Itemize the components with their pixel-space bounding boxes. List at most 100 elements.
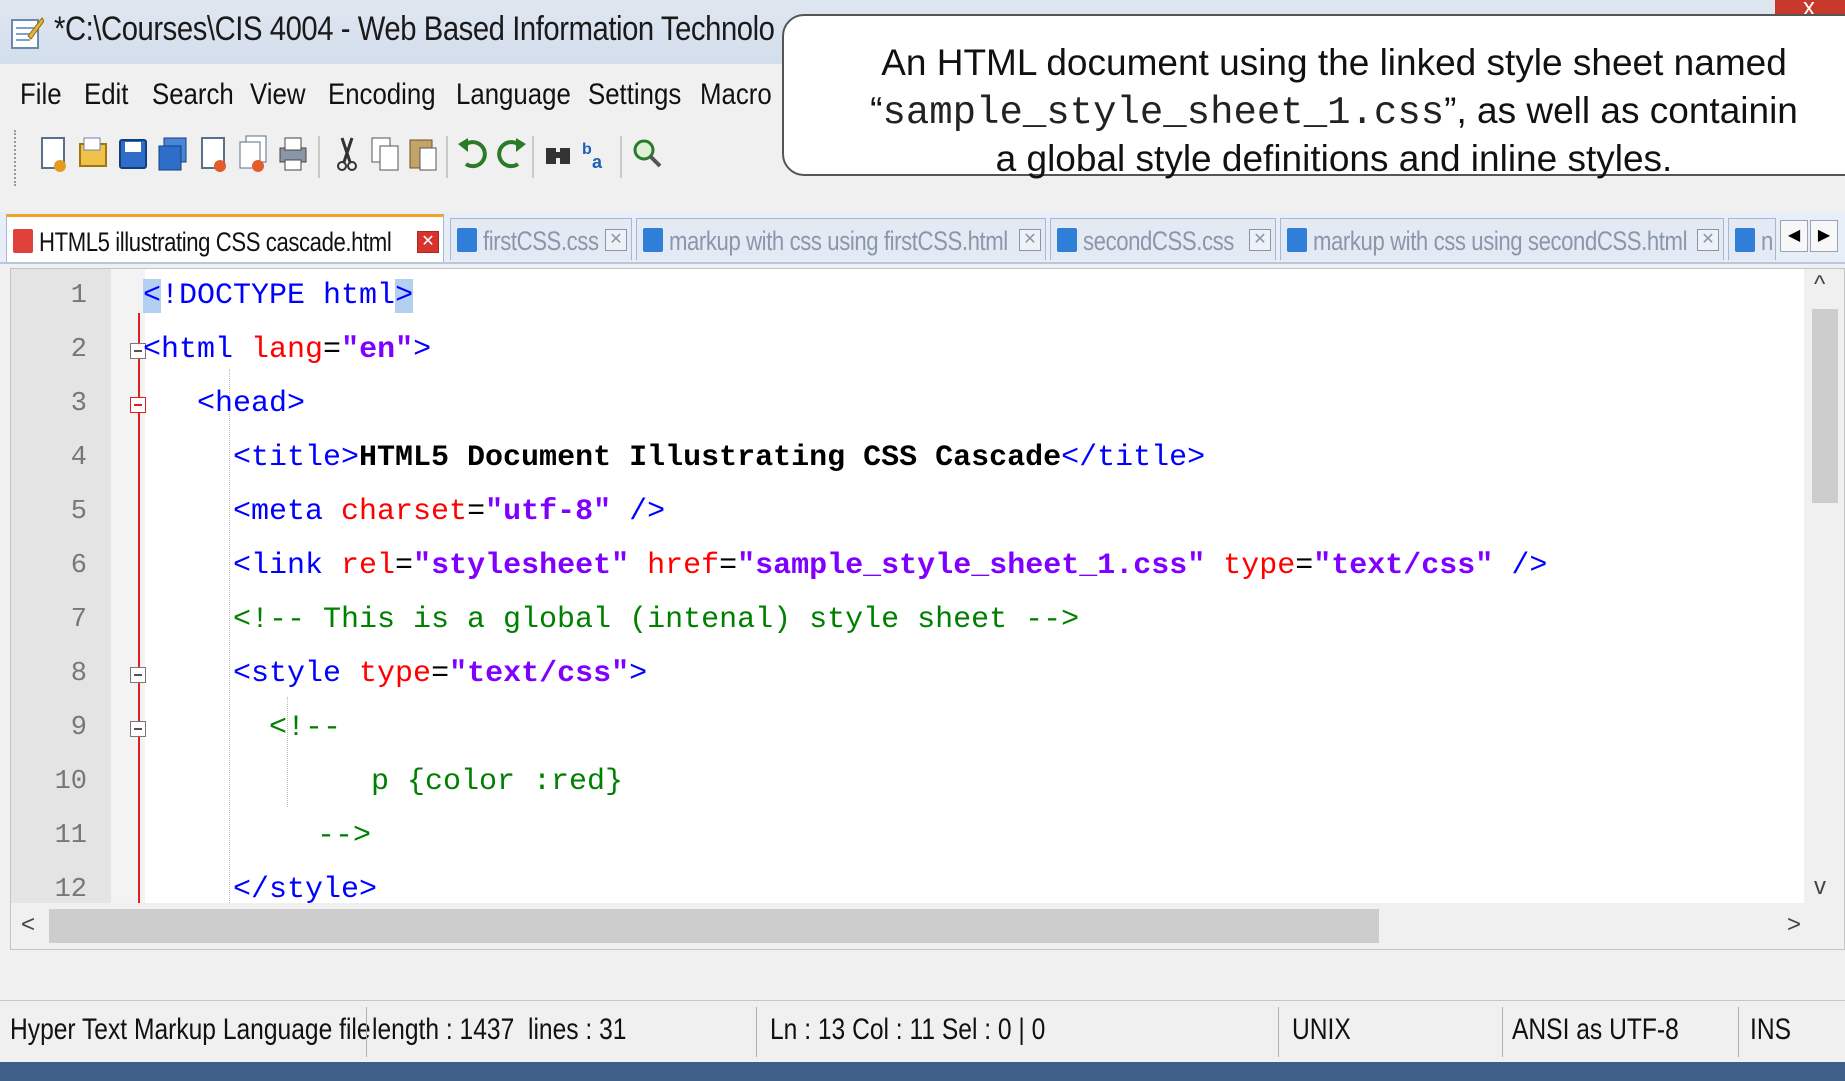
new-file-icon[interactable] — [36, 134, 70, 174]
menu-macro[interactable]: Macro — [700, 78, 772, 112]
scroll-left-icon[interactable]: < — [21, 911, 35, 939]
close-file-icon[interactable] — [196, 134, 230, 174]
redo-icon[interactable] — [494, 134, 528, 174]
code-line: 3 <head> — [11, 379, 1806, 433]
toolbar-separator — [446, 136, 448, 178]
toolbar-grip[interactable] — [14, 130, 20, 186]
svg-text:a: a — [592, 152, 603, 172]
code-text: <!DOCTYPE html> — [143, 279, 414, 313]
status-encoding: ANSI as UTF-8 — [1512, 1013, 1679, 1046]
status-length: length : 1437 — [372, 1013, 515, 1046]
menu-encoding[interactable]: Encoding — [328, 78, 436, 112]
line-number: 3 — [70, 389, 87, 419]
scroll-right-icon[interactable]: > — [1787, 911, 1801, 939]
status-separator — [1502, 1007, 1503, 1057]
tab-close-icon[interactable]: ✕ — [605, 229, 627, 251]
tab-scroll-left-button[interactable]: ◀ — [1780, 220, 1808, 252]
line-number: 12 — [54, 875, 87, 905]
line-number: 9 — [70, 713, 87, 743]
code-text: <!-- This is a global (intenal) style sh… — [233, 603, 1080, 637]
line-number: 11 — [54, 821, 87, 851]
find-icon[interactable] — [542, 134, 576, 174]
scroll-down-icon[interactable]: v — [1814, 873, 1826, 901]
menu-view[interactable]: View — [250, 78, 305, 112]
zoom-in-icon[interactable] — [630, 134, 664, 174]
code-line: 5 <meta charset="utf-8" /> — [11, 487, 1806, 541]
code-line: 4 <title>HTML5 Document Illustrating CSS… — [11, 433, 1806, 487]
horizontal-scrollbar[interactable]: < > — [11, 903, 1844, 949]
status-lines: lines : 31 — [528, 1013, 627, 1046]
status-bar: Hyper Text Markup Language file length :… — [0, 1000, 1845, 1061]
notepad-app-icon — [11, 17, 44, 49]
vertical-scrollbar[interactable]: ^ v — [1804, 269, 1844, 905]
scroll-up-icon[interactable]: ^ — [1814, 271, 1825, 299]
code-text: <style type="text/css"> — [233, 657, 648, 691]
tab-markup-secondcss[interactable]: markup with css using secondCSS.html ✕ — [1280, 218, 1724, 260]
open-file-icon[interactable] — [76, 134, 110, 174]
status-separator — [366, 1007, 367, 1057]
line-number: 6 — [70, 551, 87, 581]
fold-toggle-icon[interactable] — [130, 721, 146, 737]
tab-html5-cascade[interactable]: HTML5 illustrating CSS cascade.html ✕ — [6, 214, 444, 262]
tab-label: markup with css using secondCSS.html — [1313, 226, 1688, 256]
save-all-icon[interactable] — [156, 134, 190, 174]
tab-close-icon[interactable]: ✕ — [417, 231, 439, 253]
status-separator — [756, 1007, 757, 1057]
replace-icon[interactable]: b a — [580, 134, 614, 174]
undo-icon[interactable] — [456, 134, 490, 174]
status-eol: UNIX — [1292, 1013, 1351, 1046]
tab-secondcss[interactable]: secondCSS.css ✕ — [1050, 218, 1276, 260]
code-line: 8 <style type="text/css"> — [11, 649, 1806, 703]
status-insert-mode: INS — [1750, 1013, 1792, 1046]
paste-icon[interactable] — [406, 134, 440, 174]
taskbar-edge — [0, 1062, 1845, 1081]
code-text: <link rel="stylesheet" href="sample_styl… — [233, 549, 1548, 583]
saved-file-icon — [1735, 228, 1755, 252]
code-line: 9 <!-- — [11, 703, 1806, 757]
code-line: 10 p {color :red} — [11, 757, 1806, 811]
fold-toggle-icon[interactable] — [130, 397, 146, 413]
saved-file-icon — [1287, 228, 1307, 252]
fold-toggle-icon[interactable] — [130, 667, 146, 683]
close-all-icon[interactable] — [236, 134, 270, 174]
code-line: 7 <!-- This is a global (intenal) style … — [11, 595, 1806, 649]
tab-firstcss[interactable]: firstCSS.css ✕ — [450, 218, 632, 260]
cut-icon[interactable] — [330, 134, 364, 174]
toolbar-separator — [532, 136, 534, 178]
toolbar-separator — [620, 136, 622, 178]
print-icon[interactable] — [276, 134, 310, 174]
status-file-type: Hyper Text Markup Language file — [10, 1013, 371, 1046]
tab-scroll-right-button[interactable]: ▶ — [1810, 220, 1838, 252]
tab-close-icon[interactable]: ✕ — [1697, 229, 1719, 251]
tab-label: firstCSS.css — [483, 226, 599, 256]
tab-markup-firstcss[interactable]: markup with css using firstCSS.html ✕ — [636, 218, 1046, 260]
code-line: 11 --> — [11, 811, 1806, 865]
save-icon[interactable] — [116, 134, 150, 174]
code-line: 1 <!DOCTYPE html> — [11, 271, 1806, 325]
menu-search[interactable]: Search — [152, 78, 234, 112]
tab-overflow[interactable]: n — [1728, 218, 1776, 260]
saved-file-icon — [457, 228, 477, 252]
code-editor[interactable]: 1 <!DOCTYPE html> 2 <html lang="en"> 3 <… — [10, 268, 1845, 950]
status-separator — [1738, 1007, 1739, 1057]
code-line: 2 <html lang="en"> — [11, 325, 1806, 379]
vertical-scroll-thumb[interactable] — [1812, 309, 1838, 503]
line-number: 1 — [70, 281, 87, 311]
menu-settings[interactable]: Settings — [588, 78, 681, 112]
code-text: <html lang="en"> — [143, 333, 432, 367]
status-position: Ln : 13 Col : 11 Sel : 0 | 0 — [770, 1013, 1046, 1046]
tab-label: HTML5 illustrating CSS cascade.html — [39, 227, 392, 257]
code-text: <!-- — [269, 711, 342, 745]
tab-label: secondCSS.css — [1083, 226, 1234, 256]
menu-edit[interactable]: Edit — [84, 78, 128, 112]
tab-close-icon[interactable]: ✕ — [1019, 229, 1041, 251]
line-number: 8 — [70, 659, 87, 689]
tab-label: n — [1761, 226, 1773, 256]
line-number: 10 — [54, 767, 87, 797]
menu-language[interactable]: Language — [456, 78, 571, 112]
menu-file[interactable]: File — [20, 78, 62, 112]
copy-icon[interactable] — [368, 134, 402, 174]
horizontal-scroll-thumb[interactable] — [49, 909, 1379, 943]
code-text: --> — [317, 819, 372, 853]
tab-close-icon[interactable]: ✕ — [1249, 229, 1271, 251]
